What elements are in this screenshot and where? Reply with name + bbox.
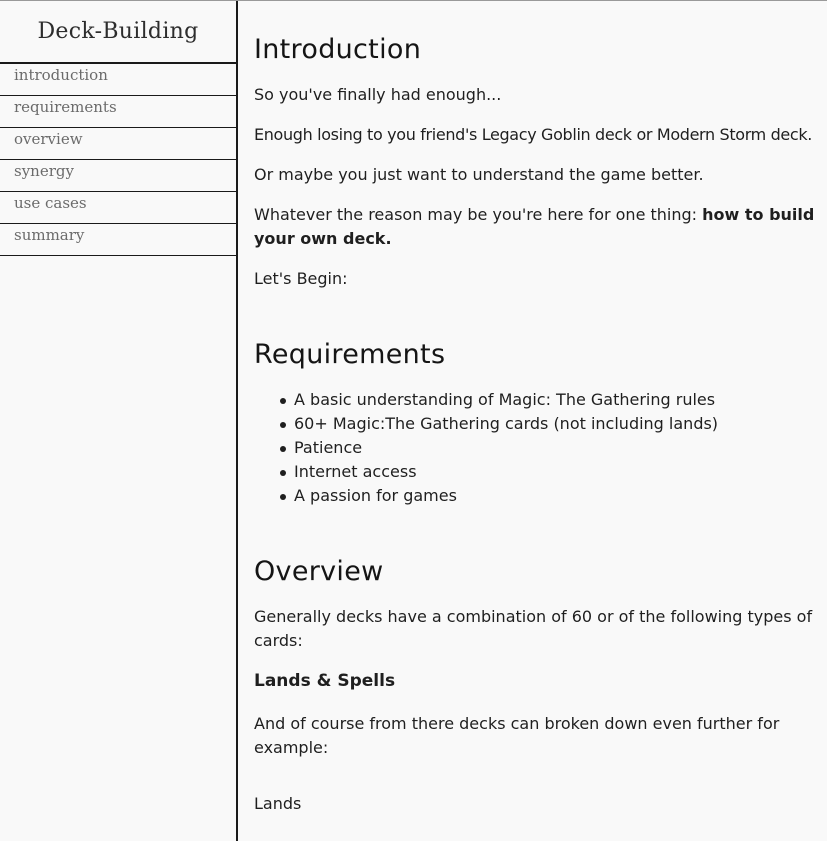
lands-heading: Lands [254,794,302,813]
sidebar-nav: Deck-Building introduction requirements … [0,1,238,841]
overview-heading: Overview [254,556,384,587]
nav-link-requirements[interactable]: requirements [0,96,236,128]
nav-link-introduction[interactable]: introduction [0,64,236,96]
intro-paragraph-4: Whatever the reason may be you're here f… [254,203,824,251]
introduction-heading: Introduction [254,34,422,65]
nav-link-summary[interactable]: summary [0,224,236,256]
nav-link-use-cases[interactable]: use cases [0,192,236,224]
list-item: A passion for games [278,484,718,508]
nav-link-synergy[interactable]: synergy [0,160,236,192]
overview-paragraph-2: And of course from there decks can broke… [254,714,780,757]
intro-paragraph-2: Enough losing to you friend's Legacy Gob… [254,125,813,144]
list-item: A basic understanding of Magic: The Gath… [278,388,718,412]
intro-paragraph-5: Let's Begin: [254,269,348,288]
requirements-heading: Requirements [254,339,446,370]
list-item: Internet access [278,460,718,484]
intro-paragraph-1: So you've finally had enough... [254,85,502,104]
requirements-list: A basic understanding of Magic: The Gath… [254,388,718,508]
list-item: Patience [278,436,718,460]
intro-paragraph-3: Or maybe you just want to understand the… [254,165,704,184]
intro-p4-text: Whatever the reason may be you're here f… [254,205,703,224]
nav-title: Deck-Building [0,1,236,64]
nav-link-overview[interactable]: overview [0,128,236,160]
lands-spells-heading: Lands & Spells [254,671,396,691]
overview-paragraph-1: Generally decks have a combination of 60… [254,607,813,650]
list-item: 60+ Magic:The Gathering cards (not inclu… [278,412,718,436]
